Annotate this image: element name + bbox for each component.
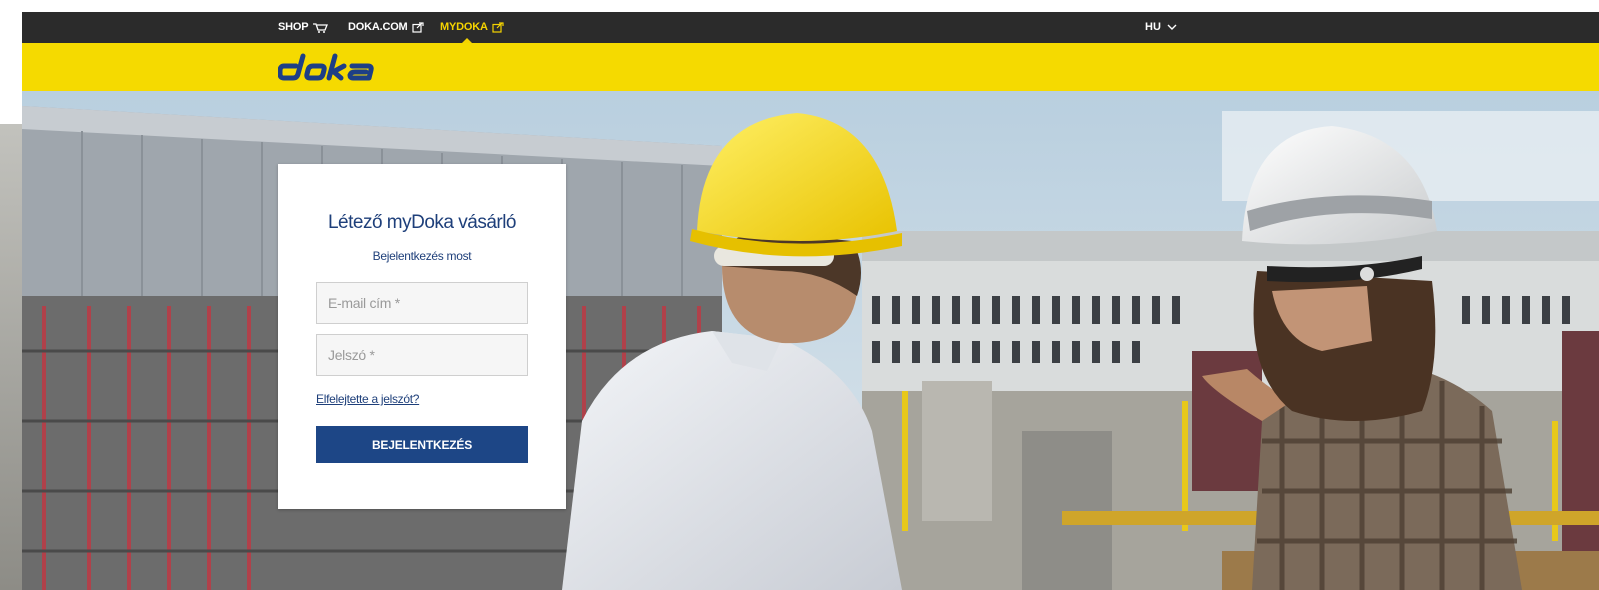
shop-link-label: SHOP bbox=[278, 21, 309, 33]
external-link-icon bbox=[411, 22, 424, 33]
mydoka-link-label: MYDOKA bbox=[440, 21, 488, 33]
page: SHOP DOKA.COM MYDOKA HU Létező myDoka vá… bbox=[22, 12, 1599, 590]
doka-logo[interactable] bbox=[278, 50, 378, 84]
construction-site-photo bbox=[22, 91, 1599, 590]
login-subtitle: Bejelentkezés most bbox=[372, 249, 472, 263]
email-field[interactable] bbox=[316, 282, 528, 324]
login-title: Létező myDoka vásárló bbox=[327, 212, 517, 233]
dokacom-link[interactable]: DOKA.COM bbox=[348, 12, 424, 43]
chevron-down-icon bbox=[1167, 24, 1177, 30]
language-selector[interactable]: HU bbox=[1145, 12, 1177, 43]
mydoka-link[interactable]: MYDOKA bbox=[440, 12, 504, 43]
dokacom-link-label: DOKA.COM bbox=[348, 21, 408, 33]
language-label: HU bbox=[1145, 21, 1161, 33]
top-navigation: SHOP DOKA.COM MYDOKA HU bbox=[22, 12, 1599, 43]
cart-icon bbox=[313, 23, 329, 33]
password-field[interactable] bbox=[316, 334, 528, 376]
forgot-password-link[interactable]: Elfelejtette a jelszót? bbox=[316, 392, 419, 406]
shop-link[interactable]: SHOP bbox=[278, 12, 329, 43]
external-link-icon bbox=[492, 22, 504, 33]
login-panel: Létező myDoka vásárló Bejelentkezés most… bbox=[278, 164, 566, 509]
login-button[interactable]: BEJELENTKEZÉS bbox=[316, 426, 528, 463]
hero-image: Létező myDoka vásárló Bejelentkezés most… bbox=[22, 91, 1599, 590]
brand-bar bbox=[22, 43, 1599, 91]
background-edge bbox=[0, 124, 22, 590]
